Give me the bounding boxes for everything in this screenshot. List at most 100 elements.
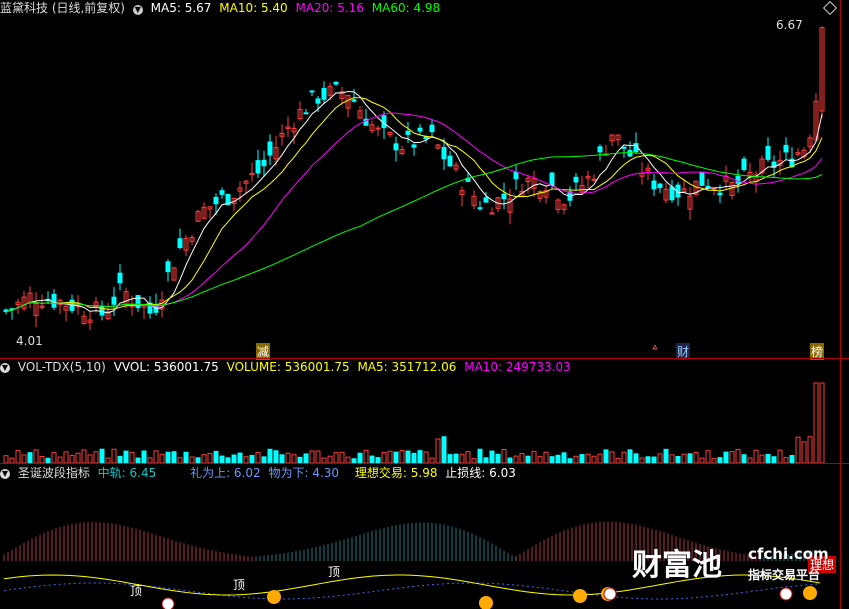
volume-bar	[369, 455, 375, 463]
candle-body	[735, 175, 741, 184]
volume-bar	[795, 436, 801, 463]
volume-bar	[153, 450, 159, 463]
candle-body	[429, 124, 435, 133]
volume-bar	[561, 452, 567, 463]
buy-signal-icon	[267, 590, 281, 604]
candle-body	[309, 90, 315, 93]
volume-bar	[393, 451, 399, 463]
volume-bar	[495, 453, 501, 463]
ma10-line	[5, 97, 823, 313]
candle-body	[51, 293, 57, 308]
candle-body	[375, 127, 381, 130]
candle-body	[411, 144, 417, 148]
volume-bar	[231, 454, 237, 463]
volume-bar	[525, 455, 531, 463]
volume-bar	[207, 452, 213, 463]
volume-bar	[117, 455, 123, 463]
corner-diamond-icon[interactable]	[822, 0, 838, 16]
volume-bar	[219, 455, 225, 463]
volume-bar	[201, 454, 207, 463]
volume-bar	[531, 450, 537, 463]
candle-body	[783, 144, 789, 153]
candle-body	[393, 143, 399, 151]
marker-arrow-icon: ⩓	[652, 342, 658, 353]
volume-bar	[513, 455, 519, 463]
top-label-2: 顶	[233, 578, 246, 592]
volume-bar	[165, 451, 171, 463]
volume-bar	[171, 451, 177, 463]
candle-body	[405, 130, 411, 135]
candle-body	[699, 171, 705, 186]
liweishang-label: 礼为上: 6.02	[190, 466, 261, 480]
ma-toggle-icon[interactable]: ▼	[132, 5, 143, 15]
volume-bar	[603, 449, 609, 463]
volume-chart[interactable]	[0, 375, 840, 463]
plus-signal-icon	[779, 587, 793, 601]
volume-bar	[81, 449, 87, 463]
candle-body	[219, 190, 225, 195]
volume-bar	[543, 451, 549, 463]
buy-signal-icon	[573, 589, 587, 603]
volume-bar	[279, 454, 285, 463]
candle-body	[213, 196, 219, 205]
volume-bar	[693, 452, 699, 463]
volume-bar	[765, 453, 771, 463]
ma5-label: MA5: 5.67	[150, 1, 212, 15]
volume-bar	[657, 453, 663, 463]
candle-body	[513, 171, 519, 180]
volume-bar	[447, 454, 453, 463]
volume-bar	[33, 449, 39, 463]
volume-bar	[75, 452, 81, 463]
watermark-brand: 财富池	[632, 548, 722, 583]
candle-body	[321, 87, 327, 100]
volume-bar	[315, 450, 321, 463]
volume-bar	[591, 455, 597, 463]
stock-title[interactable]: 蓝黛科技 (日线,前复权)	[0, 1, 125, 15]
volume-bar	[63, 451, 69, 463]
vol-toggle-icon[interactable]: ▼	[0, 362, 10, 373]
top-label-1: 顶	[130, 584, 143, 598]
ma10-label: MA10: 5.40	[219, 1, 288, 15]
candle-body	[711, 188, 717, 191]
volume-bar	[573, 455, 579, 463]
volume-bar	[249, 454, 255, 463]
candle-body	[177, 238, 183, 249]
zhonggui-label: 中轨: 6.45	[97, 466, 157, 480]
candle-body	[315, 98, 321, 104]
main-header: 蓝黛科技 (日线,前复权) ▼ MA5: 5.67 MA10: 5.40 MA2…	[0, 0, 444, 16]
volume-bar	[51, 452, 57, 463]
volume-bar	[357, 452, 363, 463]
volume-label: VOLUME: 536001.75	[226, 360, 350, 374]
volume-bar	[15, 450, 21, 463]
volume-bar	[789, 455, 795, 463]
volume-bar	[123, 450, 129, 463]
candle-body	[621, 146, 627, 149]
volume-bar	[237, 452, 243, 463]
ind-title[interactable]: 圣诞波段指标	[18, 466, 90, 480]
vol-ma10-label: MA10: 249733.03	[464, 360, 571, 374]
candle-body	[477, 207, 483, 210]
volume-bar	[753, 449, 759, 463]
volume-bar	[363, 449, 369, 463]
volume-bar	[339, 451, 345, 463]
volume-bar	[681, 453, 687, 463]
vol-title[interactable]: VOL-TDX(5,10)	[18, 360, 106, 374]
price-chart[interactable]	[0, 16, 840, 358]
watermark-sub: 指标交易平台	[748, 568, 821, 582]
top-label-3: 顶	[328, 565, 341, 579]
volume-bar	[465, 451, 471, 463]
candle-body	[351, 99, 357, 102]
volume-bar	[621, 451, 627, 463]
volume-bar	[405, 450, 411, 463]
candle-body	[99, 305, 105, 316]
volume-bar	[453, 453, 459, 463]
volume-bar	[93, 451, 99, 463]
volume-bar	[435, 438, 441, 463]
volume-bar	[669, 454, 675, 463]
volume-bar	[801, 441, 807, 463]
candle-body	[597, 146, 603, 153]
volume-bar	[729, 451, 735, 463]
ind-toggle-icon[interactable]: ▼	[0, 468, 10, 479]
candle-body	[573, 176, 579, 183]
volume-bar	[735, 448, 741, 463]
